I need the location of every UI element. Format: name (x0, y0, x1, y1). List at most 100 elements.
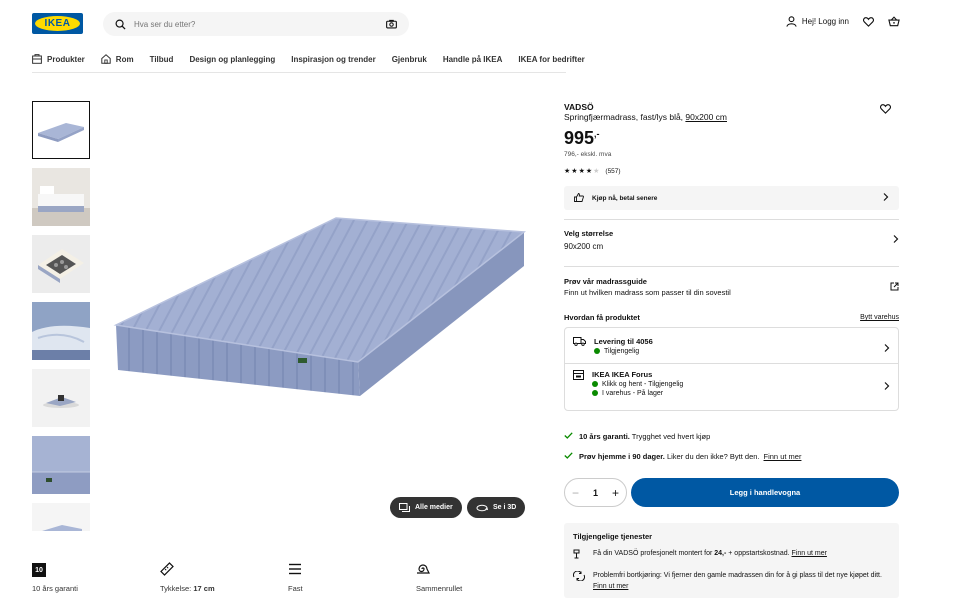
trial-link[interactable]: Finn ut mer (764, 452, 802, 461)
nav-label: Rom (115, 54, 134, 64)
nav-item-inspirasjon[interactable]: Inspirasjon og trender (291, 55, 375, 64)
nav-divider (32, 72, 566, 73)
delivery-options: Levering til 4056 Tilgjengelig IKEA IKEA… (564, 327, 899, 411)
removal-link[interactable]: Finn ut mer (593, 583, 628, 590)
description-text: Springfjærmadrass, fast/lys blå, (564, 112, 686, 122)
mattress-guide-link[interactable]: Prøv vår madrassguide Finn ut hvilken ma… (564, 277, 899, 297)
warranty-bold: 10 års garanti. (579, 432, 630, 441)
view-3d-label: Se i 3D (493, 504, 517, 511)
assembly-link[interactable]: Finn ut mer (792, 550, 827, 557)
size-title: Velg størrelse (564, 229, 614, 238)
usp-trial: Prøv hjemme i 90 dager. Liker du den ikk… (564, 452, 899, 461)
assembly-icon (573, 548, 585, 563)
login-link[interactable]: Hej! Logg inn (786, 16, 849, 27)
nav-item-bedrifter[interactable]: IKEA for bedrifter (518, 55, 584, 64)
product-description: Springfjærmadrass, fast/lys blå, 90x200 … (564, 112, 899, 122)
divider (565, 363, 898, 364)
nav-item-design[interactable]: Design og planlegging (189, 55, 275, 64)
thumbnail-bedding[interactable] (32, 302, 90, 360)
truck-icon (573, 337, 586, 355)
mattress-illustration (113, 217, 526, 396)
store-pickup-option[interactable]: IKEA IKEA Forus Klikk og hent - Tilgjeng… (573, 370, 890, 397)
pay-later-label: Kjøp nå, betal senere (592, 194, 658, 202)
nav-item-gjenbruk[interactable]: Gjenbruk (392, 55, 427, 64)
home-delivery-option[interactable]: Levering til 4056 Tilgjengelig (573, 337, 890, 355)
services-panel: Tilgjengelige tjenester Få din VADSÖ pro… (564, 523, 899, 598)
removal-text: Problemfri bortkjøring: Vi fjerner den g… (593, 572, 882, 579)
thumbnail-rolled[interactable] (32, 369, 90, 427)
check-icon (564, 452, 573, 461)
decrease-button[interactable]: − (572, 486, 579, 500)
nav-item-rom[interactable]: Rom (101, 54, 134, 64)
warranty-badge-icon: 10 (32, 563, 46, 577)
rolled-thumb-image (32, 369, 90, 427)
search-input[interactable] (134, 19, 386, 29)
search-bar[interactable] (103, 12, 409, 36)
chevron-right-icon (884, 370, 890, 397)
rating[interactable]: ★ ★ ★ ★ ★ (557) (564, 167, 899, 176)
pay-later-banner[interactable]: Kjøp nå, betal senere (564, 186, 899, 210)
view-3d-button[interactable]: Se i 3D (467, 497, 526, 518)
nav-item-produkter[interactable]: Produkter (32, 54, 85, 64)
shopping-bag-icon[interactable] (888, 16, 900, 27)
star-icon: ★ (571, 168, 578, 175)
feature-label: Sammenrullet (416, 584, 463, 593)
firmness-icon (288, 563, 302, 577)
all-media-button[interactable]: Alle medier (390, 497, 462, 518)
feature-rolled: Sammenrullet (416, 562, 544, 593)
star-icon: ★ (578, 168, 585, 175)
heart-icon[interactable] (863, 16, 874, 27)
size-value: 90x200 cm (564, 242, 604, 251)
size-selector[interactable]: Velg størrelse 90x200 cm (564, 229, 899, 251)
product-brand: VADSÖ (564, 102, 594, 112)
nav-item-handle[interactable]: Handle på IKEA (443, 55, 503, 64)
store-status-2: I varehus - På lager (602, 390, 664, 397)
thumbs-up-icon (574, 192, 584, 204)
store-icon (573, 370, 584, 397)
review-count: (557) (605, 167, 621, 175)
nav-label: IKEA for bedrifter (518, 54, 585, 64)
stock-dot (592, 381, 598, 388)
heart-icon (880, 104, 891, 116)
price-suffix: ,- (594, 129, 600, 139)
warranty-text: Trygghet ved hvert kjøp (629, 432, 711, 441)
size-link[interactable]: 90x200 cm (685, 112, 727, 122)
bedroom-thumb-image (32, 168, 90, 226)
feature-label: Fast (288, 584, 303, 593)
store-status-1: Klikk og hent - Tilgjengelig (602, 381, 684, 388)
guide-subtitle: Finn ut hvilken madrass som passer til d… (564, 288, 731, 297)
rotate-3d-icon (476, 504, 488, 512)
increase-button[interactable]: + (612, 486, 619, 500)
header-actions: Hej! Logg inn (786, 16, 900, 27)
nav-label: Tilbud (149, 54, 174, 64)
nav-item-tilbud[interactable]: Tilbud (150, 55, 174, 64)
roll-icon (416, 562, 430, 578)
login-label: Hej! Logg inn (801, 17, 849, 26)
thumbnail-more[interactable] (32, 503, 90, 531)
main-product-image[interactable] (100, 100, 530, 530)
camera-icon[interactable] (386, 19, 397, 29)
feature-label: 10 års garanti (32, 584, 78, 593)
change-store-link[interactable]: Bytt varehus (860, 314, 899, 321)
quantity-stepper[interactable]: − 1 + (564, 478, 627, 507)
search-icon (115, 19, 126, 30)
catalog-icon (32, 54, 42, 64)
favorite-button[interactable] (880, 104, 891, 116)
mattress-thumb-image (38, 123, 84, 142)
feature-list: 10 10 års garanti Tykkelse: 17 cm Fast S… (32, 562, 552, 593)
product-price: 995,- (564, 128, 899, 149)
thumbnail-closeup[interactable] (32, 436, 90, 494)
thumbnail-mattress[interactable] (32, 101, 90, 159)
nav-label: Produkter (47, 54, 85, 64)
thumbnail-springs[interactable] (32, 235, 90, 293)
divider (564, 266, 899, 267)
external-link-icon (890, 282, 899, 293)
divider (564, 219, 899, 220)
home-delivery-title: Levering til 4056 (594, 337, 653, 346)
thumbnail-bedroom[interactable] (32, 168, 90, 226)
trial-text: Liker du den ikke? Bytt den. (664, 452, 760, 461)
service-removal: Problemfri bortkjøring: Vi fjerner den g… (573, 570, 890, 592)
user-icon (786, 16, 797, 27)
add-to-cart-button[interactable]: Legg i handlevogna (631, 478, 899, 507)
ikea-logo[interactable]: IKEA (32, 13, 83, 34)
